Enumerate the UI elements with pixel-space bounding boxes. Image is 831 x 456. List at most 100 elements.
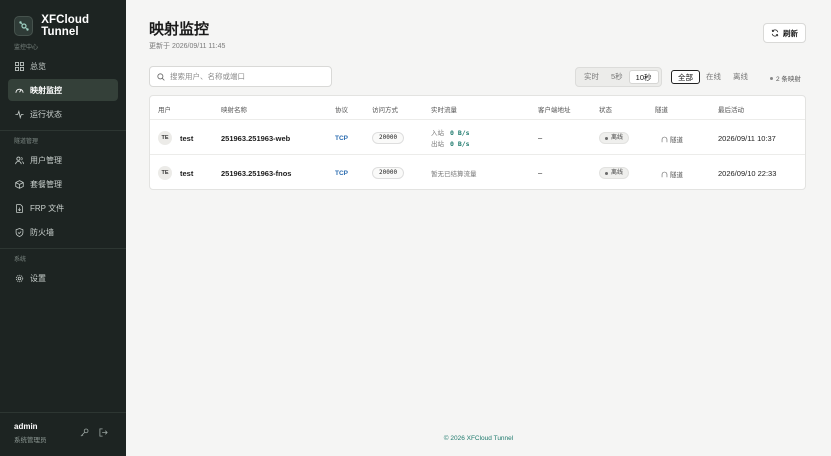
table-row[interactable]: TE test 251963.251963-web TCP 20000 入站 0 … — [150, 120, 805, 155]
user-name-cell: test — [180, 168, 194, 178]
rate-option-realtime[interactable]: 实时 — [578, 70, 605, 84]
status-filter: 全部 在线 离线 — [669, 67, 756, 87]
activity-icon — [15, 109, 24, 119]
sidebar-item-label: 设置 — [30, 273, 46, 283]
user-name: admin — [14, 422, 38, 431]
status-badge: 离线 — [599, 167, 630, 179]
avatar: TE — [158, 166, 172, 180]
search-icon — [157, 72, 165, 81]
protocol-badge: TCP — [335, 170, 348, 177]
column-header-client: 客户端地址 — [538, 107, 571, 114]
traffic-in-value: 0 B/s — [450, 129, 470, 137]
refresh-label: 刷新 — [783, 28, 798, 38]
logout-icon[interactable] — [99, 428, 108, 437]
nav-section-system: 系统 — [14, 257, 27, 263]
column-header-user: 用户 — [158, 107, 171, 114]
status-dot — [605, 136, 608, 140]
rate-option-5s[interactable]: 5秒 — [605, 70, 629, 84]
sidebar-item-users[interactable]: 用户管理 — [8, 149, 118, 171]
mapping-name: 251963.251963-fnos — [221, 169, 292, 178]
users-icon — [15, 156, 24, 164]
client-address: – — [538, 168, 543, 177]
traffic-note: 暂无已结算流量 — [431, 171, 477, 178]
status-dot — [770, 76, 773, 80]
mapping-count: 2 条映射 — [770, 73, 801, 83]
user-role: 系统管理员 — [14, 437, 47, 444]
traffic-in-label: 入站 — [431, 130, 444, 137]
port-pill: 20000 — [372, 132, 405, 144]
user-cell: TE test — [158, 131, 193, 145]
divider — [0, 130, 126, 131]
main-content: 映射监控 更新于 2026/09/11 11:45 刷新 实时 5秒 10秒 全… — [126, 0, 831, 456]
sidebar-item-label: 总览 — [30, 61, 46, 71]
sidebar-item-settings[interactable]: 设置 — [8, 267, 118, 289]
user-cell: TE test — [158, 166, 193, 180]
file-icon — [16, 203, 23, 213]
table-row[interactable]: TE test 251963.251963-fnos TCP 20000 暂无已… — [150, 155, 805, 190]
sidebar-item-label: 套餐管理 — [30, 179, 62, 189]
tunnel-text: 隧道 — [670, 137, 683, 144]
tunnel-icon — [661, 136, 668, 142]
divider — [0, 248, 126, 249]
tunnel-cell[interactable]: 隧道 — [661, 134, 683, 144]
traffic-cell: 暂无已结算流量 — [431, 169, 477, 180]
status-text: 离线 — [611, 135, 624, 141]
refresh-icon — [771, 29, 779, 37]
filter-offline[interactable]: 离线 — [727, 70, 754, 84]
brand[interactable]: XFCloud Tunnel — [0, 0, 126, 40]
column-header-tunnel: 隧道 — [655, 107, 668, 114]
status-text: 离线 — [611, 170, 624, 176]
search-box[interactable] — [149, 66, 332, 87]
sidebar-item-mapping-monitor[interactable]: 映射监控 — [8, 79, 118, 101]
brand-title: XFCloud Tunnel — [41, 13, 90, 38]
user-name-cell: test — [180, 133, 194, 143]
mapping-table: 用户 映射名称 协议 访问方式 实时流量 客户端地址 状态 隧道 最后活动 TE… — [149, 95, 806, 190]
logo-icon — [14, 15, 34, 36]
traffic-out-value: 0 B/s — [450, 140, 470, 148]
traffic-out-label: 出站 — [431, 141, 444, 148]
tunnel-cell[interactable]: 隧道 — [661, 169, 683, 179]
tunnel-text: 隧道 — [670, 172, 683, 179]
sidebar-item-label: 用户管理 — [30, 155, 62, 165]
column-header-traffic: 实时流量 — [431, 107, 457, 114]
sidebar-item-runtime-status[interactable]: 运行状态 — [8, 103, 118, 125]
table-header: 用户 映射名称 协议 访问方式 实时流量 客户端地址 状态 隧道 最后活动 — [150, 96, 805, 120]
filter-all[interactable]: 全部 — [671, 70, 700, 84]
last-active: 2026/09/10 22:33 — [718, 169, 777, 178]
sidebar-item-label: FRP 文件 — [30, 203, 65, 213]
grid-icon — [15, 61, 24, 71]
sidebar: XFCloud Tunnel 监控中心 总览 映射监控 运行状态 隧道管理 用户… — [0, 0, 126, 456]
gauge-icon — [15, 88, 24, 93]
column-header-last-active: 最后活动 — [718, 107, 744, 114]
mapping-name: 251963.251963-web — [221, 134, 291, 143]
mapping-count-text: 2 条映射 — [776, 76, 801, 83]
filter-online[interactable]: 在线 — [700, 70, 727, 84]
sidebar-item-label: 防火墙 — [30, 227, 54, 237]
page-title: 映射监控 — [149, 21, 210, 38]
tunnel-icon — [661, 171, 668, 177]
port-pill: 20000 — [372, 167, 405, 179]
key-icon[interactable] — [80, 428, 89, 437]
gear-icon — [15, 274, 24, 282]
shield-icon — [15, 227, 24, 237]
column-header-status: 状态 — [599, 107, 612, 114]
updated-timestamp: 更新于 2026/09/11 11:45 — [149, 43, 226, 50]
avatar: TE — [158, 131, 172, 145]
rate-option-10s[interactable]: 10秒 — [628, 70, 659, 84]
nav-section-tunnel: 隧道管理 — [14, 139, 39, 145]
user-panel: admin 系统管理员 — [0, 412, 126, 456]
refresh-button[interactable]: 刷新 — [763, 23, 806, 43]
search-input[interactable] — [170, 72, 330, 81]
column-header-protocol: 协议 — [335, 107, 348, 114]
package-icon — [15, 179, 24, 189]
sidebar-item-label: 映射监控 — [30, 85, 62, 95]
sidebar-item-frp-files[interactable]: FRP 文件 — [8, 197, 118, 219]
status-dot — [605, 171, 608, 175]
sidebar-item-firewall[interactable]: 防火墙 — [8, 221, 118, 243]
sidebar-item-packages[interactable]: 套餐管理 — [8, 173, 118, 195]
column-header-access: 访问方式 — [372, 107, 398, 114]
client-address: – — [538, 133, 543, 142]
nav-section-monitor: 监控中心 — [14, 45, 39, 51]
protocol-badge: TCP — [335, 135, 348, 142]
sidebar-item-overview[interactable]: 总览 — [8, 55, 118, 77]
